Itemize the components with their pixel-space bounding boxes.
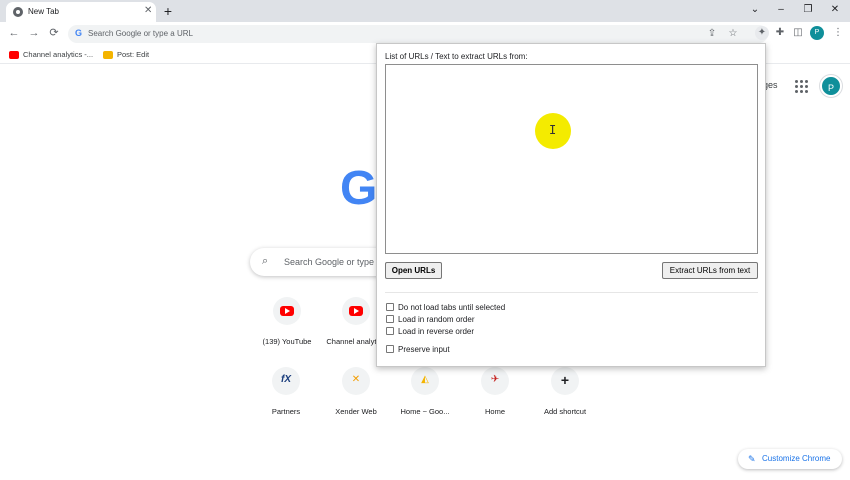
extract-urls-button[interactable]: Extract URLs from text bbox=[662, 262, 758, 279]
search-icon: ⌕ bbox=[262, 255, 269, 267]
home-site-icon: ✈ bbox=[490, 374, 500, 385]
shortcut-tile: ◭ bbox=[411, 367, 439, 395]
share-icon[interactable]: ⇪ bbox=[705, 27, 719, 41]
option-reverse-order[interactable]: Load in reverse order bbox=[386, 326, 474, 337]
urls-textarea[interactable] bbox=[385, 64, 758, 254]
random-order-checkbox[interactable] bbox=[386, 315, 394, 323]
ntp-search-box[interactable]: ⌕ Search Google or type a URL bbox=[250, 248, 402, 276]
shortcut-label: Xender Web bbox=[335, 407, 377, 416]
blogger-icon bbox=[103, 51, 113, 59]
open-urls-button[interactable]: Open URLs bbox=[385, 262, 442, 279]
new-tab-button[interactable]: + bbox=[160, 3, 176, 19]
option-label: Load in reverse order bbox=[398, 327, 475, 336]
option-label: Do not load tabs until selected bbox=[398, 303, 506, 312]
tab-search-icon[interactable]: ⌄ bbox=[748, 3, 762, 17]
option-label: Preserve input bbox=[398, 345, 450, 354]
option-lazy-load[interactable]: Do not load tabs until selected bbox=[386, 302, 505, 313]
option-preserve-input[interactable]: Preserve input bbox=[386, 344, 450, 355]
youtube-icon bbox=[9, 51, 19, 59]
drive-icon: ◭ bbox=[421, 374, 429, 385]
shortcut-label: Add shortcut bbox=[543, 407, 587, 416]
option-label: Load in random order bbox=[398, 315, 475, 324]
address-bar-placeholder: Search Google or type a URL bbox=[88, 29, 193, 38]
plus-icon: + bbox=[560, 372, 570, 388]
shortcut-label: (139) YouTube bbox=[262, 337, 312, 346]
minimize-button[interactable]: – bbox=[774, 3, 788, 17]
text-cursor-icon: I bbox=[549, 123, 557, 137]
shortcut-tile: ✈ bbox=[481, 367, 509, 395]
chrome-icon bbox=[13, 7, 23, 17]
close-window-button[interactable]: ✕ bbox=[828, 3, 842, 17]
google-apps-icon[interactable] bbox=[795, 80, 808, 93]
fx-icon: fX bbox=[281, 374, 291, 385]
bookmark-label: Post: Edit bbox=[117, 50, 150, 59]
extensions-puzzle-icon[interactable]: ✚ bbox=[773, 26, 787, 40]
tab-close-icon[interactable]: ✕ bbox=[144, 5, 152, 17]
reverse-order-checkbox[interactable] bbox=[386, 327, 394, 335]
open-multiple-urls-popup: List of URLs / Text to extract URLs from… bbox=[376, 43, 766, 367]
extension-icon[interactable]: ✦ bbox=[755, 26, 769, 40]
xender-icon: ✕ bbox=[351, 374, 361, 385]
shortcut-partners[interactable]: fX Partners bbox=[251, 367, 321, 416]
popup-header: List of URLs / Text to extract URLs from… bbox=[385, 52, 528, 61]
menu-icon[interactable]: ⋮ bbox=[831, 26, 845, 40]
youtube-icon bbox=[280, 306, 294, 316]
bookmark-star-icon[interactable]: ☆ bbox=[726, 27, 740, 41]
google-account-avatar[interactable]: P bbox=[820, 75, 842, 97]
restore-button[interactable]: ❐ bbox=[801, 3, 815, 17]
shortcut-label: Home ~ Goo... bbox=[400, 407, 450, 416]
tab-new-tab[interactable]: New Tab ✕ bbox=[6, 2, 156, 22]
address-bar[interactable]: G Search Google or type a URL ⇪ ☆ bbox=[68, 25, 768, 43]
popup-divider bbox=[385, 292, 758, 293]
shortcut-home-goo[interactable]: ◭ Home ~ Goo... bbox=[390, 367, 460, 416]
pencil-icon: ✎ bbox=[748, 454, 756, 464]
customize-chrome-button[interactable]: ✎ Customize Chrome bbox=[738, 449, 842, 469]
bookmark-label: Channel analytics -... bbox=[23, 50, 94, 59]
shortcut-label: Partners bbox=[271, 407, 301, 416]
shortcut-xender-web[interactable]: ✕ Xender Web bbox=[321, 367, 391, 416]
forward-button[interactable]: → bbox=[27, 26, 41, 40]
shortcut-tile: ✕ bbox=[342, 367, 370, 395]
tab-title: New Tab bbox=[28, 7, 59, 16]
shortcut-tile bbox=[342, 297, 370, 325]
shortcut-add[interactable]: + Add shortcut bbox=[530, 367, 600, 416]
back-button[interactable]: ← bbox=[7, 26, 21, 40]
side-panel-icon[interactable]: ◫ bbox=[791, 26, 805, 40]
shortcut-tile bbox=[273, 297, 301, 325]
shortcut-tile: + bbox=[551, 367, 579, 395]
customize-chrome-label: Customize Chrome bbox=[762, 454, 831, 463]
lazy-load-checkbox[interactable] bbox=[386, 303, 394, 311]
option-random-order[interactable]: Load in random order bbox=[386, 314, 475, 325]
preserve-input-checkbox[interactable] bbox=[386, 345, 394, 353]
tab-strip: New Tab ✕ + ⌄ – ❐ ✕ bbox=[0, 0, 850, 22]
bookmark-post-edit[interactable]: Post: Edit bbox=[103, 49, 149, 61]
youtube-icon bbox=[349, 306, 363, 316]
reload-button[interactable]: ⟳ bbox=[47, 26, 61, 40]
shortcut-label: Home bbox=[484, 407, 505, 416]
profile-avatar[interactable]: P bbox=[810, 26, 824, 40]
bookmark-channel-analytics[interactable]: Channel analytics -... bbox=[9, 49, 93, 61]
shortcut-tile: fX bbox=[272, 367, 300, 395]
shortcut-youtube[interactable]: (139) YouTube bbox=[252, 297, 322, 346]
shortcut-home[interactable]: ✈ Home bbox=[460, 367, 530, 416]
google-icon: G bbox=[75, 28, 83, 38]
